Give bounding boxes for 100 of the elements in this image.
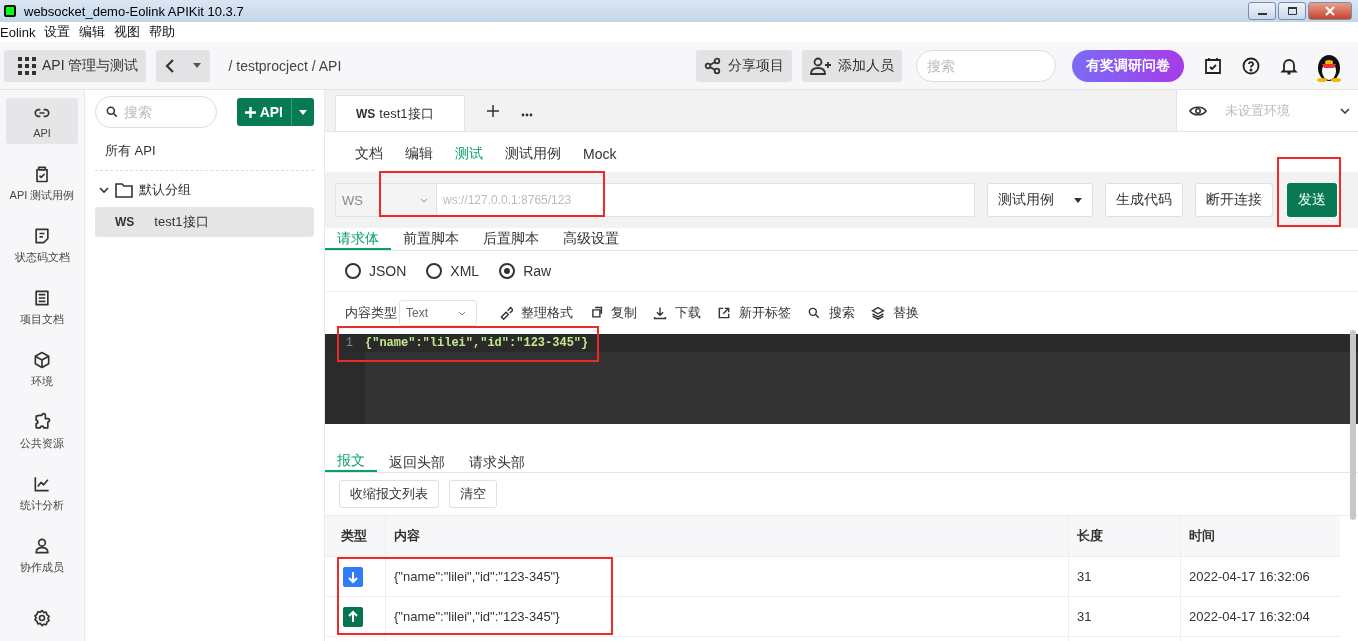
url-field[interactable]: ws://127.0.0.1:8765/123 [437, 183, 975, 217]
menu-item[interactable]: 帮助 [149, 23, 176, 41]
maximize-button[interactable] [1278, 2, 1306, 20]
grid-icon [18, 56, 36, 75]
cube-icon [32, 350, 52, 370]
result-action-button[interactable]: 清空 [449, 480, 497, 508]
nav-item[interactable]: 协作成员 [6, 532, 78, 579]
table-cell: 2022-04-17 16:32:06 [1180, 557, 1340, 596]
caret-icon [1074, 197, 1082, 203]
radio-icon[interactable] [345, 263, 361, 279]
app-switch-button[interactable]: API 管理与测试 [4, 49, 147, 82]
radio-icon[interactable] [426, 263, 443, 279]
nav-item[interactable]: 环境 [6, 346, 78, 393]
back-icon[interactable] [165, 58, 176, 73]
close-button[interactable] [1308, 2, 1352, 20]
window-title: websocket_demo-Eolink APIKit 10.3.7 [24, 3, 244, 19]
survey-button[interactable]: 有奖调研问卷 [1072, 49, 1184, 82]
nav-item[interactable]: API [6, 98, 78, 145]
download-icon[interactable] [653, 306, 667, 320]
add-tab-icon[interactable] [487, 105, 499, 117]
table-cell: 31 [1068, 597, 1180, 636]
editor-action[interactable]: 新开标签 [739, 304, 791, 322]
brush-icon[interactable] [499, 306, 513, 320]
add-member-button[interactable]: 添加人员 [802, 49, 902, 82]
menu-item[interactable]: 设置 [44, 23, 71, 41]
settings-icon [32, 607, 52, 628]
code-line: {"name":"lilei","id":"123-345"} [365, 336, 590, 350]
endpoint-entry[interactable]: WS test1接口 [95, 207, 314, 237]
result-action-button[interactable]: 收缩报文列表 [339, 480, 439, 508]
eye-icon [1189, 104, 1207, 117]
send-button[interactable]: 发送 [1287, 183, 1337, 217]
add-api-button[interactable]: API [236, 98, 292, 126]
body-tab[interactable]: 后置脚本 [471, 228, 551, 250]
layers-icon[interactable] [871, 306, 885, 320]
app-logo-icon [4, 5, 16, 17]
calendar-check-icon[interactable] [1204, 56, 1222, 75]
content-type-select[interactable]: Text [399, 300, 477, 326]
radio-label[interactable]: Raw [523, 263, 552, 279]
column-header: 内容 [385, 516, 1068, 556]
close-icon [1324, 5, 1336, 17]
view-tab[interactable]: 编辑 [405, 145, 433, 163]
search-icon[interactable] [807, 306, 821, 320]
add-user-icon [810, 56, 832, 75]
radio-label[interactable]: JSON [369, 263, 407, 279]
scrollbar[interactable] [1350, 330, 1356, 520]
share-button[interactable]: 分享项目 [696, 49, 792, 82]
content-type-label: 内容类型 [345, 304, 397, 322]
external-link-icon[interactable] [717, 306, 731, 320]
body-tab[interactable]: 前置脚本 [391, 228, 471, 250]
caret-icon [299, 109, 307, 115]
view-tab[interactable]: 测试用例 [505, 145, 561, 163]
view-tab[interactable]: 文档 [355, 145, 383, 163]
line-number: 1 [344, 336, 354, 350]
editor-action[interactable]: 替换 [893, 304, 919, 322]
copy-icon[interactable] [589, 306, 603, 320]
body-tab[interactable]: 请求体 [325, 228, 391, 250]
code-editor[interactable]: 1 {"name":"lilei","id":"123-345"} [325, 334, 1358, 424]
editor-action[interactable]: 搜索 [829, 304, 855, 322]
minimize-button[interactable] [1248, 2, 1276, 20]
nav-item[interactable]: 项目文档 [6, 284, 78, 331]
all-apis-link[interactable]: 所有 API [95, 142, 314, 171]
disconnect-button[interactable]: 断开连接 [1195, 183, 1273, 217]
result-tab[interactable]: 返回头部 [377, 452, 457, 472]
search-field[interactable]: 搜索 [916, 49, 1056, 82]
maximize-icon [1287, 7, 1297, 15]
column-header: 长度 [1068, 516, 1180, 556]
menu-item[interactable]: Eolink [0, 24, 36, 40]
api-search-field[interactable]: 搜索 [95, 96, 217, 128]
chevron-icon [420, 197, 428, 203]
nav-item[interactable]: API 测试用例 [6, 160, 78, 207]
help-icon[interactable] [1242, 56, 1260, 75]
menu-item[interactable]: 视图 [114, 23, 141, 41]
chevron-icon [1340, 107, 1350, 114]
radio-label[interactable]: XML [450, 263, 480, 279]
table-cell: {"name":"lilei","id":"123-345"} [385, 557, 1068, 596]
generate-code-button[interactable]: 生成代码 [1105, 183, 1183, 217]
caret-icon[interactable] [193, 63, 202, 68]
editor-action[interactable]: 复制 [611, 304, 637, 322]
editor-action[interactable]: 下载 [675, 304, 701, 322]
body-tab[interactable]: 高级设置 [551, 228, 631, 250]
breadcrumb: / testprocject / API [228, 57, 342, 74]
add-api-menu-button[interactable] [292, 98, 314, 126]
nav-item[interactable]: 统计分析 [6, 470, 78, 517]
folder-icon [115, 182, 133, 198]
radio-checked-icon[interactable] [499, 263, 516, 279]
nav-item[interactable]: 状态码文档 [6, 222, 78, 269]
editor-action[interactable]: 整理格式 [521, 304, 573, 322]
nav-item[interactable]: 公共资源 [6, 408, 78, 455]
result-tab[interactable]: 报文 [325, 450, 377, 472]
menu-item[interactable]: 编辑 [79, 23, 106, 41]
group-name[interactable]: 默认分组 [139, 181, 191, 199]
user-icon [32, 536, 52, 557]
more-icon[interactable] [521, 113, 533, 117]
api-tab[interactable]: WS test1接口 [335, 95, 465, 131]
chevron-icon[interactable] [99, 185, 109, 195]
bell-icon[interactable] [1280, 56, 1298, 75]
result-tab[interactable]: 请求头部 [457, 452, 537, 472]
test-case-select[interactable]: 测试用例 [987, 183, 1093, 217]
view-tab[interactable]: Mock [583, 146, 617, 162]
view-tab[interactable]: 测试 [455, 145, 483, 163]
